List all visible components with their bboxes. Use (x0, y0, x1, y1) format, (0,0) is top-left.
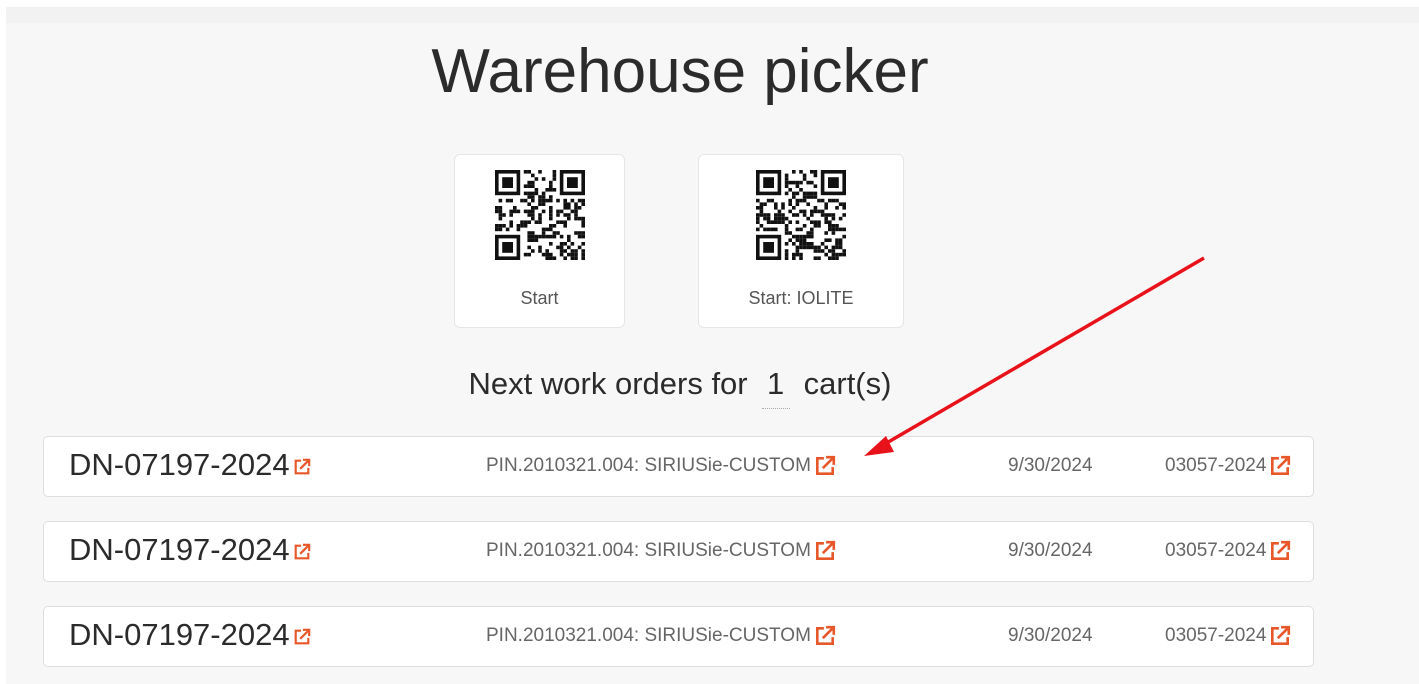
order-ref-text: 03057-2024 (1165, 540, 1267, 562)
order-row: DN-07197-2024 PIN.2010321.004: SIRIUSie-… (43, 436, 1314, 497)
qr-card-label: Start (520, 288, 559, 308)
order-dn-text: DN-07197-2024 (69, 532, 290, 567)
order-pin-text: PIN.2010321.004: SIRIUSie-CUSTOM (486, 540, 811, 562)
order-row: DN-07197-2024 PIN.2010321.004: SIRIUSie-… (43, 606, 1314, 667)
order-ref: 03057-2024 (1165, 455, 1291, 477)
order-pin: PIN.2010321.004: SIRIUSie-CUSTOM (486, 625, 836, 647)
order-dn: DN-07197-2024 (69, 447, 311, 483)
external-link-icon[interactable] (293, 458, 311, 476)
external-link-icon[interactable] (1269, 625, 1291, 647)
next-orders-suffix: cart(s) (803, 366, 892, 401)
external-link-icon[interactable] (293, 543, 311, 561)
external-link-icon[interactable] (814, 625, 836, 647)
order-dn-text: DN-07197-2024 (69, 447, 290, 482)
qr-card-start[interactable]: Start (454, 154, 625, 328)
order-date: 9/30/2024 (1008, 625, 1093, 646)
order-pin-text: PIN.2010321.004: SIRIUSie-CUSTOM (486, 625, 811, 647)
order-pin-text: PIN.2010321.004: SIRIUSie-CUSTOM (486, 455, 811, 477)
external-link-icon[interactable] (814, 455, 836, 477)
order-ref: 03057-2024 (1165, 625, 1291, 647)
page-title: Warehouse picker (431, 37, 929, 106)
top-strip (6, 7, 1419, 23)
order-dn: DN-07197-2024 (69, 617, 311, 653)
external-link-icon[interactable] (814, 540, 836, 562)
order-pin: PIN.2010321.004: SIRIUSie-CUSTOM (486, 455, 836, 477)
page-background (6, 7, 1419, 684)
order-row: DN-07197-2024 PIN.2010321.004: SIRIUSie-… (43, 521, 1314, 582)
qr-card-label: Start: IOLITE (748, 288, 854, 308)
order-ref-text: 03057-2024 (1165, 625, 1267, 647)
order-dn: DN-07197-2024 (69, 532, 311, 568)
qr-code-icon (756, 170, 846, 260)
order-ref-text: 03057-2024 (1165, 455, 1267, 477)
order-dn-text: DN-07197-2024 (69, 617, 290, 652)
order-pin: PIN.2010321.004: SIRIUSie-CUSTOM (486, 540, 836, 562)
cart-count-input[interactable] (761, 366, 790, 409)
external-link-icon[interactable] (1269, 455, 1291, 477)
order-date: 9/30/2024 (1008, 540, 1093, 561)
order-date: 9/30/2024 (1008, 455, 1093, 476)
order-ref: 03057-2024 (1165, 540, 1291, 562)
external-link-icon[interactable] (1269, 540, 1291, 562)
external-link-icon[interactable] (293, 628, 311, 646)
qr-card-start-iolite[interactable]: Start: IOLITE (698, 154, 904, 328)
next-work-orders-heading: Next work orders for cart(s) (0, 366, 1360, 409)
qr-code-icon (494, 170, 585, 260)
next-orders-prefix: Next work orders for (468, 366, 748, 401)
